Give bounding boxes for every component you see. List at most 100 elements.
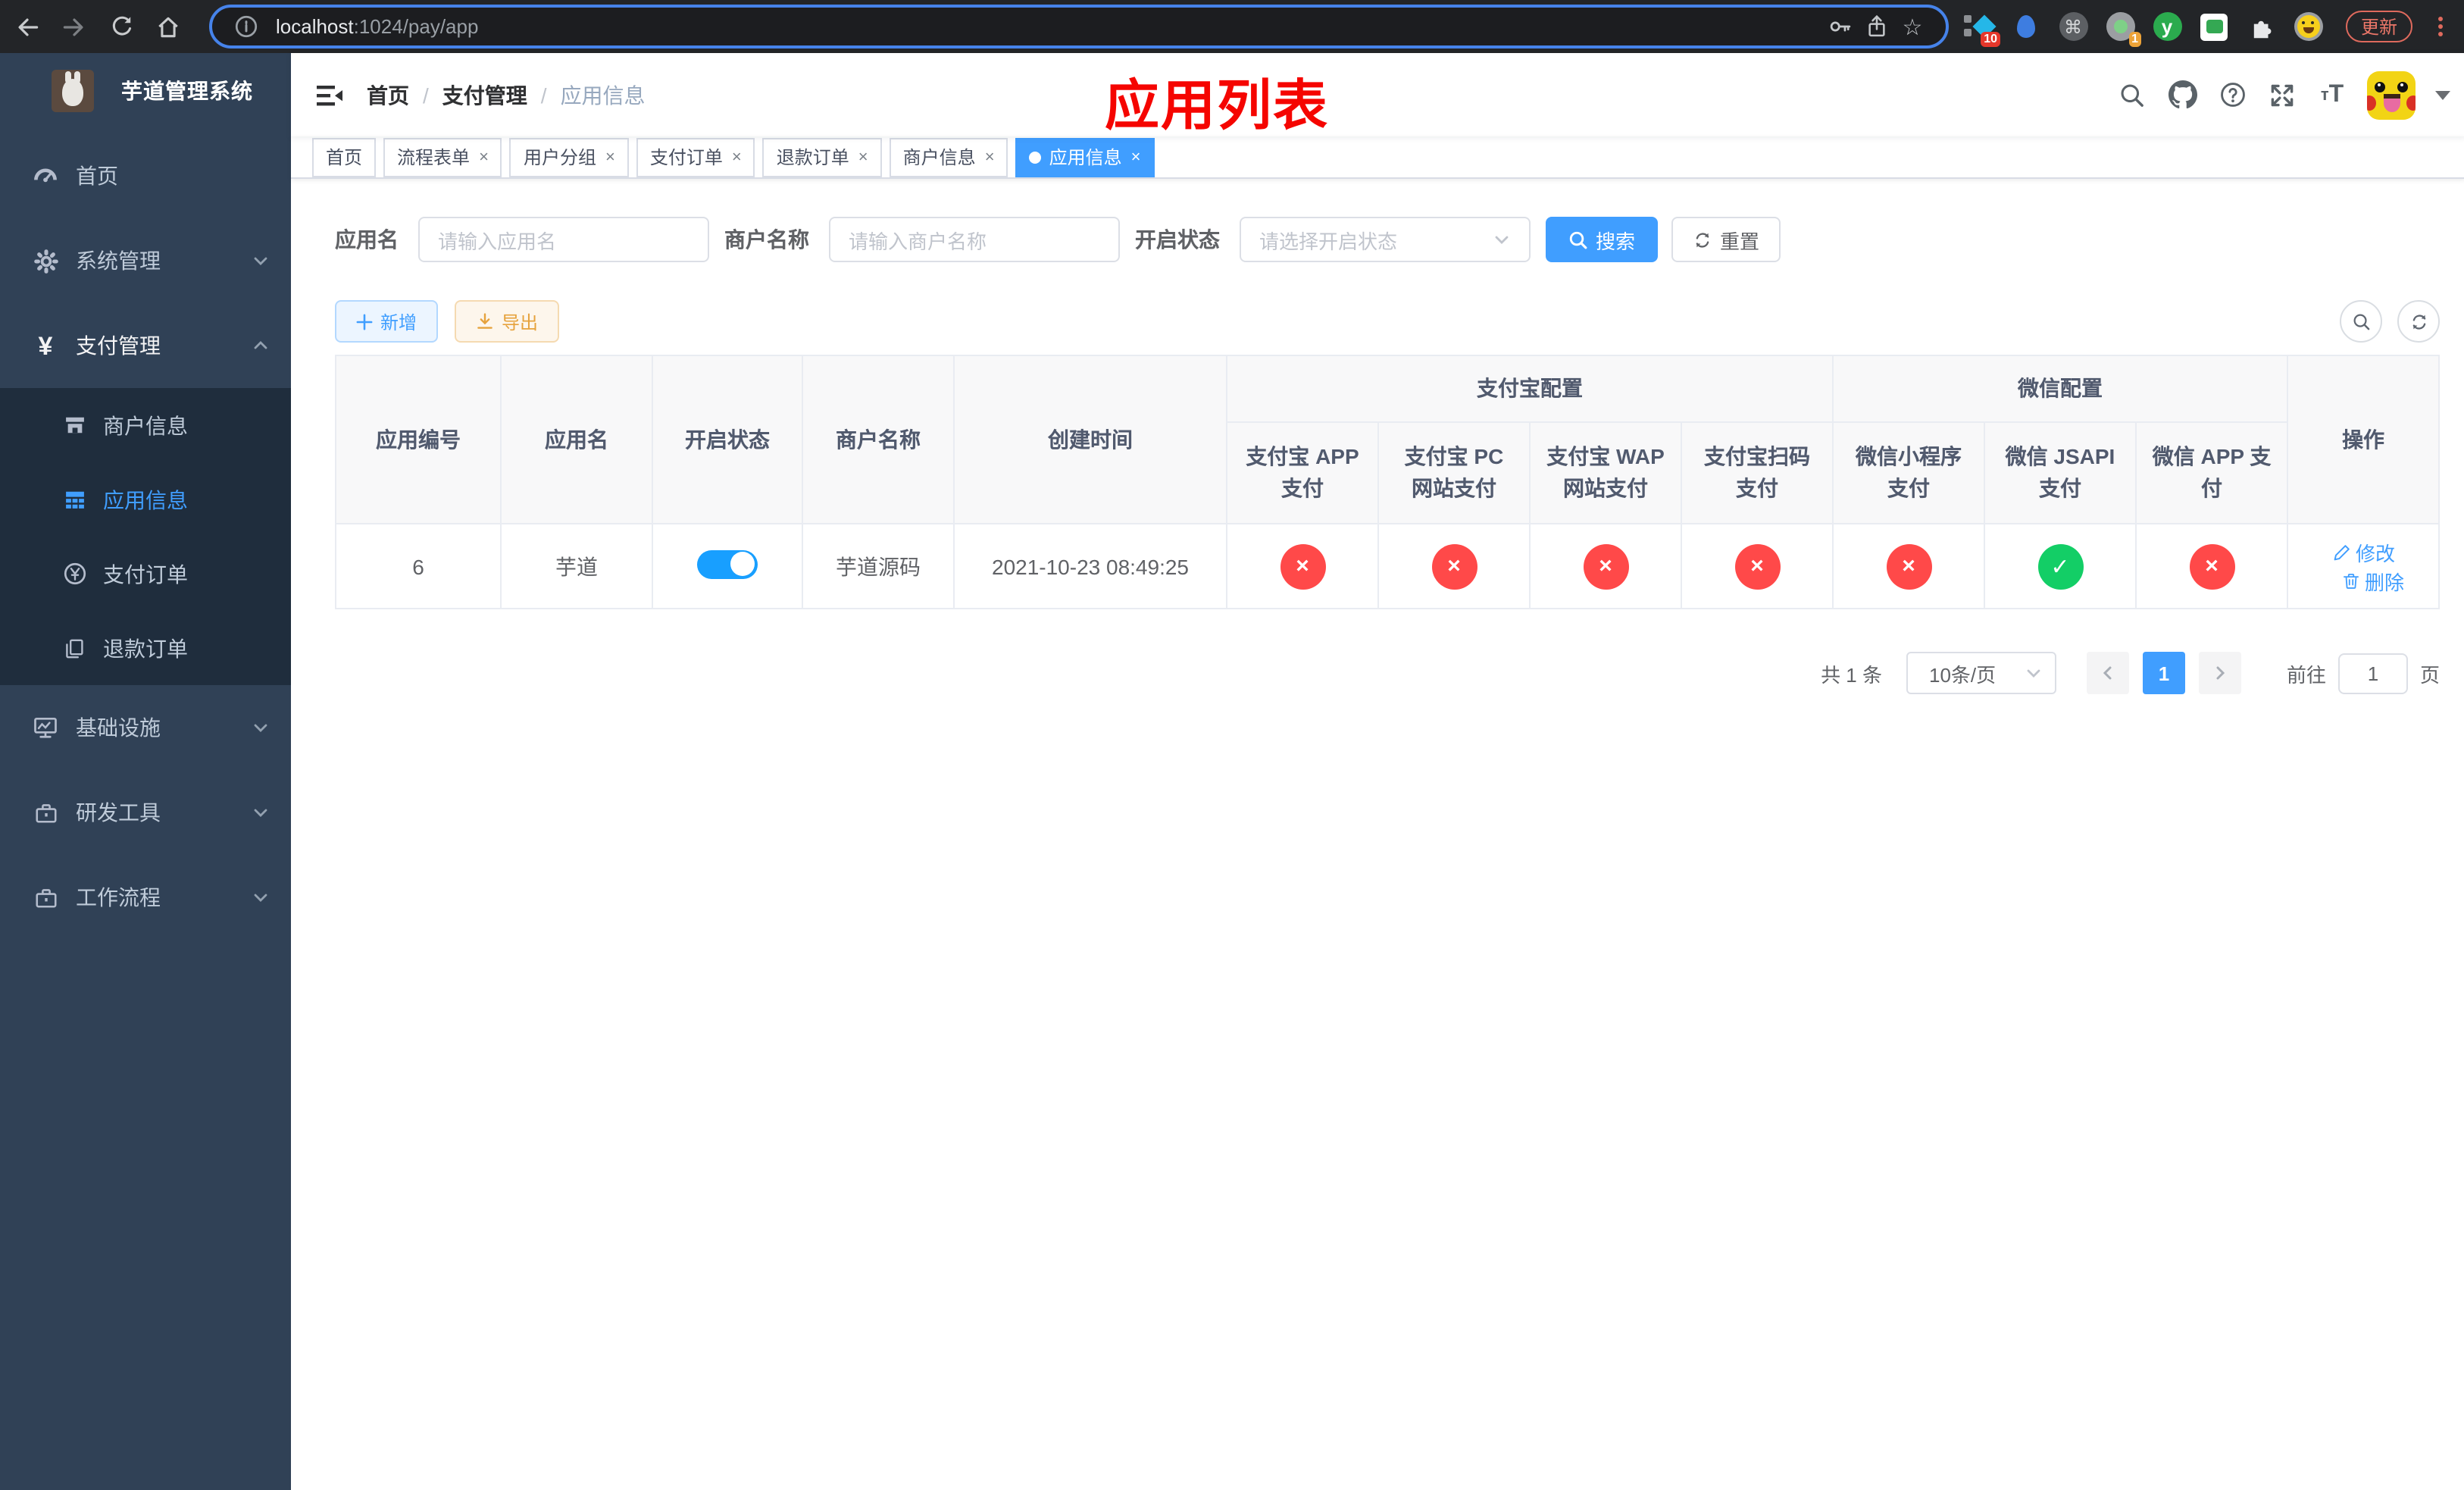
cell-status bbox=[652, 523, 803, 609]
refresh-table-button[interactable] bbox=[2397, 300, 2441, 343]
extension-balloon-icon[interactable] bbox=[2011, 11, 2041, 42]
col-header-merchant: 商户名称 bbox=[802, 355, 955, 524]
breadcrumb-payment[interactable]: 支付管理 bbox=[442, 80, 527, 110]
toggle-search-button[interactable] bbox=[2340, 300, 2383, 343]
search-button[interactable]: 搜索 bbox=[1546, 217, 1659, 262]
close-icon[interactable]: × bbox=[858, 148, 868, 166]
chevron-left-icon bbox=[2103, 666, 2112, 680]
close-icon[interactable]: × bbox=[985, 148, 995, 166]
extension-chat-icon[interactable] bbox=[2199, 11, 2229, 42]
url-text[interactable]: localhost:1024/pay/app bbox=[276, 15, 1821, 38]
home-icon[interactable] bbox=[149, 7, 188, 46]
tab-merchant-info[interactable]: 商户信息 × bbox=[889, 137, 1008, 177]
user-avatar[interactable] bbox=[2367, 70, 2416, 119]
app-name-label: 应用名 bbox=[335, 227, 399, 252]
sidebar-item-infrastructure[interactable]: 基础设施 bbox=[0, 685, 291, 770]
tab-home[interactable]: 首页 bbox=[312, 137, 377, 177]
fullscreen-icon[interactable] bbox=[2267, 80, 2297, 110]
col-group-alipay: 支付宝配置 bbox=[1226, 355, 1834, 423]
tab-app-info[interactable]: 应用信息 × bbox=[1015, 137, 1155, 177]
sidebar-item-app-info[interactable]: 应用信息 bbox=[0, 462, 291, 537]
font-size-icon[interactable]: тT bbox=[2317, 80, 2347, 110]
sidebar-item-dev-tools[interactable]: 研发工具 bbox=[0, 770, 291, 855]
alipay-app-status-icon: × bbox=[1280, 543, 1325, 589]
goto-page-input[interactable]: 1 bbox=[2338, 653, 2409, 693]
chevron-down-icon bbox=[252, 803, 270, 822]
merchant-name-input[interactable]: 请输入商户名称 bbox=[829, 217, 1120, 262]
navbar-actions: тT bbox=[2117, 53, 2451, 136]
screen: localhost:1024/pay/app ☆ 10 ⌘ 1 y 更新 芋道管… bbox=[0, 0, 2464, 1490]
status-toggle[interactable] bbox=[697, 549, 758, 578]
prev-page-button[interactable] bbox=[2087, 652, 2129, 694]
page-number-current[interactable]: 1 bbox=[2143, 652, 2185, 694]
col-group-wechat: 微信配置 bbox=[1831, 355, 2289, 423]
search-icon[interactable] bbox=[2117, 80, 2147, 110]
bookmark-star-icon[interactable]: ☆ bbox=[1894, 8, 1931, 45]
chevron-down-icon bbox=[252, 252, 270, 270]
app-table: 应用编号 应用名 开启状态 商户名称 创建时间 支付宝配置 微信配置 操作 支付… bbox=[335, 355, 2441, 609]
forward-icon[interactable] bbox=[55, 7, 94, 46]
cell-app-id: 6 bbox=[335, 523, 502, 609]
avatar-caret-icon[interactable] bbox=[2435, 90, 2451, 99]
close-icon[interactable]: × bbox=[479, 148, 489, 166]
next-page-button[interactable] bbox=[2199, 652, 2241, 694]
app-name-input[interactable]: 请输入应用名 bbox=[418, 217, 709, 262]
sidebar-item-system[interactable]: 系统管理 bbox=[0, 218, 291, 303]
refresh-icon bbox=[2412, 314, 2425, 329]
tab-user-group[interactable]: 用户分组 × bbox=[509, 137, 629, 177]
github-icon[interactable] bbox=[2167, 80, 2197, 110]
chevron-down-icon bbox=[2027, 669, 2040, 678]
add-button[interactable]: 新增 bbox=[335, 300, 439, 343]
sidebar-item-merchant-info[interactable]: 商户信息 bbox=[0, 388, 291, 462]
chevron-right-icon bbox=[2216, 666, 2225, 680]
close-icon[interactable]: × bbox=[1131, 148, 1141, 166]
yen-circle-icon bbox=[59, 561, 89, 587]
reset-button[interactable]: 重置 bbox=[1671, 217, 1781, 262]
cell-merchant: 芋道源码 bbox=[802, 523, 955, 609]
sidebar-item-workflow[interactable]: 工作流程 bbox=[0, 855, 291, 940]
help-icon[interactable] bbox=[2217, 80, 2247, 110]
extension-kanban-icon[interactable]: 10 bbox=[1964, 11, 2000, 46]
status-select[interactable]: 请选择开启状态 bbox=[1240, 217, 1531, 262]
refresh-icon bbox=[1696, 232, 1709, 247]
edit-button[interactable]: 修改 bbox=[2331, 537, 2395, 566]
breadcrumb-home[interactable]: 首页 bbox=[367, 80, 409, 110]
sidebar-toggle-icon[interactable] bbox=[291, 80, 367, 110]
tab-pay-orders[interactable]: 支付订单 × bbox=[636, 137, 755, 177]
col-header-alipay-qr: 支付宝扫码支付 bbox=[1681, 421, 1834, 524]
search-form: 应用名 请输入应用名 商户名称 请输入商户名称 开启状态 请选择开启状态 搜索 bbox=[335, 217, 2440, 262]
sidebar-item-home[interactable]: 首页 bbox=[0, 133, 291, 218]
tab-process-form[interactable]: 流程表单 × bbox=[383, 137, 502, 177]
chrome-update-button[interactable]: 更新 bbox=[2346, 11, 2413, 42]
extensions-puzzle-icon[interactable] bbox=[2246, 11, 2276, 42]
extension-recorder-icon[interactable]: 1 bbox=[2105, 11, 2141, 46]
back-icon[interactable] bbox=[8, 7, 47, 46]
url-bar[interactable]: localhost:1024/pay/app ☆ bbox=[209, 5, 1949, 49]
share-icon[interactable] bbox=[1858, 8, 1894, 45]
profile-avatar-icon[interactable] bbox=[2293, 11, 2323, 42]
close-icon[interactable]: × bbox=[605, 148, 615, 166]
reload-icon[interactable] bbox=[102, 7, 141, 46]
sidebar-menu: 首页 系统管理 ¥ 支付管理 商户信息 应用信息 支付订单 退款订单 基础设施 … bbox=[0, 129, 291, 940]
extension-y-icon[interactable]: y bbox=[2152, 11, 2182, 42]
delete-button[interactable]: 删除 bbox=[2340, 566, 2404, 595]
chrome-menu-icon[interactable] bbox=[2429, 11, 2450, 42]
app-logo[interactable]: 芋道管理系统 bbox=[0, 53, 291, 129]
close-icon[interactable]: × bbox=[732, 148, 742, 166]
sidebar-item-refund-orders[interactable]: 退款订单 bbox=[0, 611, 291, 685]
page-size-select[interactable]: 10条/页 bbox=[1906, 652, 2056, 694]
sidebar-item-pay-orders[interactable]: 支付订单 bbox=[0, 537, 291, 611]
chevron-down-icon bbox=[252, 718, 270, 737]
col-header-created: 创建时间 bbox=[953, 355, 1227, 524]
password-key-icon[interactable] bbox=[1821, 8, 1858, 45]
extension-command-icon[interactable]: ⌘ bbox=[2058, 11, 2088, 42]
col-header-wechat-app: 微信 APP 支付 bbox=[2134, 421, 2289, 524]
export-button[interactable]: 导出 bbox=[455, 300, 560, 343]
tab-refund-orders[interactable]: 退款订单 × bbox=[762, 137, 882, 177]
breadcrumb-current: 应用信息 bbox=[560, 83, 646, 107]
goto-label: 前往 bbox=[2287, 663, 2327, 686]
site-info-icon[interactable] bbox=[227, 8, 264, 45]
extensions-row: 10 ⌘ 1 y 更新 bbox=[1964, 0, 2450, 53]
sidebar-item-payment[interactable]: ¥ 支付管理 bbox=[0, 303, 291, 388]
search-icon bbox=[1569, 230, 1587, 249]
